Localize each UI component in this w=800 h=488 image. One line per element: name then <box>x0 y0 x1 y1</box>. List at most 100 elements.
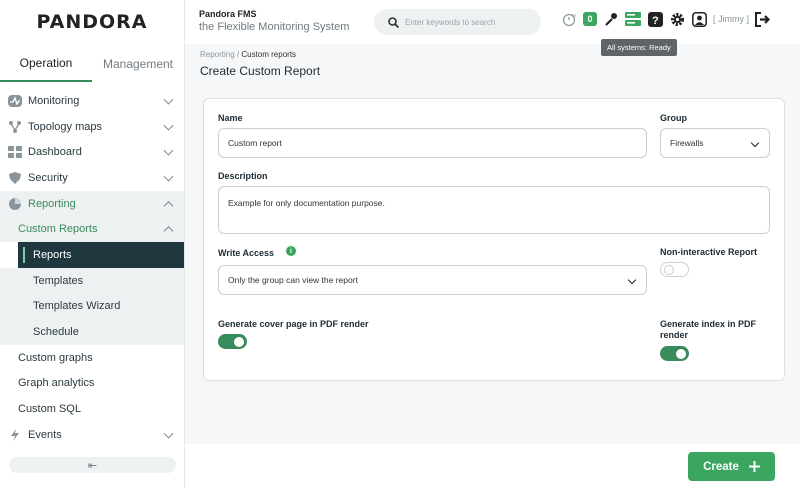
sidebar-item-templates-wizard[interactable]: Templates Wizard <box>0 293 184 320</box>
chevron-down-icon <box>163 428 174 439</box>
chevron-down-icon <box>163 120 174 131</box>
sidebar-item-label: Security <box>28 171 68 184</box>
help-icon[interactable]: ? <box>647 11 663 27</box>
lightning-icon <box>11 428 19 441</box>
toggle-knob <box>664 264 674 275</box>
topbar: Pandora FMS the Flexible Monitoring Syst… <box>185 0 800 44</box>
create-button-label: Create <box>703 460 739 473</box>
sidebar-item-label: Events <box>28 428 62 441</box>
page-title: Create Custom Report <box>200 64 321 78</box>
sidebar-item-label: Templates <box>33 274 84 287</box>
write-access-label: Write Access <box>218 248 275 258</box>
non-interactive-toggle[interactable] <box>660 262 689 277</box>
create-button[interactable]: Create <box>688 452 775 481</box>
sidebar-item-monitoring[interactable]: Monitoring <box>0 88 184 114</box>
non-interactive-label: Non-interactive Report <box>660 247 758 257</box>
sidebar-item-graph-analytics[interactable]: Graph analytics <box>0 371 184 397</box>
sidebar-item-label: Dashboard <box>28 146 82 159</box>
name-label: Name <box>218 113 243 123</box>
tab-operation[interactable]: Operation <box>0 46 92 82</box>
sidebar-item-custom-reports[interactable]: Custom Reports <box>0 216 184 243</box>
sidebar-item-schedule[interactable]: Schedule <box>0 319 184 345</box>
plus-icon <box>748 461 760 472</box>
sidebar-item-custom-sql[interactable]: Custom SQL <box>0 396 184 422</box>
topology-icon <box>9 120 21 133</box>
sidebar-item-label: Reporting <box>28 197 76 210</box>
sidebar-item-label: Reports <box>33 248 72 261</box>
collapse-sidebar-button[interactable]: ⇤ <box>9 457 176 473</box>
brand-subtitle: the Flexible Monitoring System <box>199 21 350 33</box>
gear-icon[interactable] <box>669 11 685 27</box>
chevron-down-icon <box>163 145 174 156</box>
wrench-icon[interactable] <box>603 11 619 27</box>
shield-icon <box>9 171 21 184</box>
dashboard-icon <box>8 146 22 159</box>
index-label-line2: render <box>660 330 689 340</box>
index-toggle[interactable] <box>660 346 689 361</box>
svg-text:M: M <box>572 13 576 18</box>
monitoring-icon <box>8 94 22 107</box>
sidebar: PANDORA Operation Management Monitoring … <box>0 0 185 488</box>
sidebar-item-templates[interactable]: Templates <box>0 267 184 294</box>
group-label: Group <box>660 113 687 123</box>
sidebar-item-label: Schedule <box>33 326 79 339</box>
user-name[interactable]: [ Jimmy ] <box>713 14 749 24</box>
name-field[interactable] <box>218 128 647 158</box>
toggle-knob <box>234 336 244 347</box>
clock-refresh-icon[interactable]: M <box>561 11 577 27</box>
sidebar-item-label: Templates Wizard <box>33 300 121 313</box>
chevron-down-icon <box>163 171 174 182</box>
description-field[interactable]: Example for only documentation purpose. <box>218 186 770 234</box>
collapse-icon: ⇤ <box>87 459 98 472</box>
pandora-logo[interactable]: PANDORA <box>0 0 184 44</box>
server-status-icon[interactable] <box>625 11 641 27</box>
sidebar-menu: Monitoring Topology maps Dashboard Secur… <box>0 88 184 448</box>
pie-chart-icon <box>9 197 21 210</box>
brand-title: Pandora FMS <box>199 9 257 19</box>
notification-badge[interactable]: 0 <box>583 12 597 26</box>
sidebar-item-reporting[interactable]: Reporting <box>0 190 184 217</box>
info-icon[interactable]: i <box>286 246 296 256</box>
tab-management[interactable]: Management <box>92 46 184 82</box>
description-label: Description <box>218 171 268 181</box>
sidebar-tabs: Operation Management <box>0 46 184 82</box>
name-input[interactable] <box>228 138 646 148</box>
group-selected-value: Firewalls <box>670 138 704 148</box>
breadcrumb-current: Custom reports <box>241 50 297 59</box>
logout-icon[interactable] <box>755 11 771 27</box>
status-tooltip: All systems: Ready <box>601 39 677 56</box>
user-avatar-icon[interactable] <box>691 11 707 27</box>
search-box[interactable] <box>374 9 541 35</box>
search-icon <box>388 16 399 28</box>
sidebar-item-label: Topology maps <box>28 120 102 133</box>
chevron-down-icon <box>163 94 174 105</box>
chevron-down-icon <box>750 138 760 148</box>
topbar-icons: M 0 ? [ Jimmy ] <box>561 11 771 27</box>
search-input[interactable] <box>405 17 525 27</box>
sidebar-item-topology-maps[interactable]: Topology maps <box>0 114 184 140</box>
sidebar-item-label: Custom Reports <box>18 223 98 236</box>
group-select[interactable]: Firewalls <box>660 128 770 158</box>
cover-page-label: Generate cover page in PDF render <box>218 319 369 329</box>
index-label: Generate index in PDF render <box>660 319 756 341</box>
sidebar-item-events[interactable]: Events <box>0 422 184 448</box>
chevron-up-icon <box>163 226 174 237</box>
write-access-selected-value: Only the group can view the report <box>228 275 358 285</box>
write-access-select[interactable]: Only the group can view the report <box>218 265 647 295</box>
breadcrumb: Reporting / Custom reports <box>200 50 296 59</box>
sidebar-item-label: Monitoring <box>28 94 80 107</box>
sidebar-item-security[interactable]: Security <box>0 165 184 191</box>
description-textarea[interactable]: Example for only documentation purpose. <box>228 198 769 218</box>
breadcrumb-parent[interactable]: Reporting <box>200 50 235 59</box>
sidebar-item-label: Custom graphs <box>18 351 93 364</box>
toggle-knob <box>676 348 686 359</box>
chevron-up-icon <box>163 200 174 211</box>
sidebar-item-label: Graph analytics <box>18 377 95 390</box>
chevron-down-icon <box>627 275 637 285</box>
sidebar-item-reports[interactable]: Reports <box>18 242 184 268</box>
cover-page-toggle[interactable] <box>218 334 247 349</box>
sidebar-item-custom-graphs[interactable]: Custom graphs <box>0 345 184 371</box>
svg-text:?: ? <box>652 15 659 27</box>
sidebar-item-dashboard[interactable]: Dashboard <box>0 139 184 165</box>
sidebar-item-label: Custom SQL <box>18 403 81 416</box>
